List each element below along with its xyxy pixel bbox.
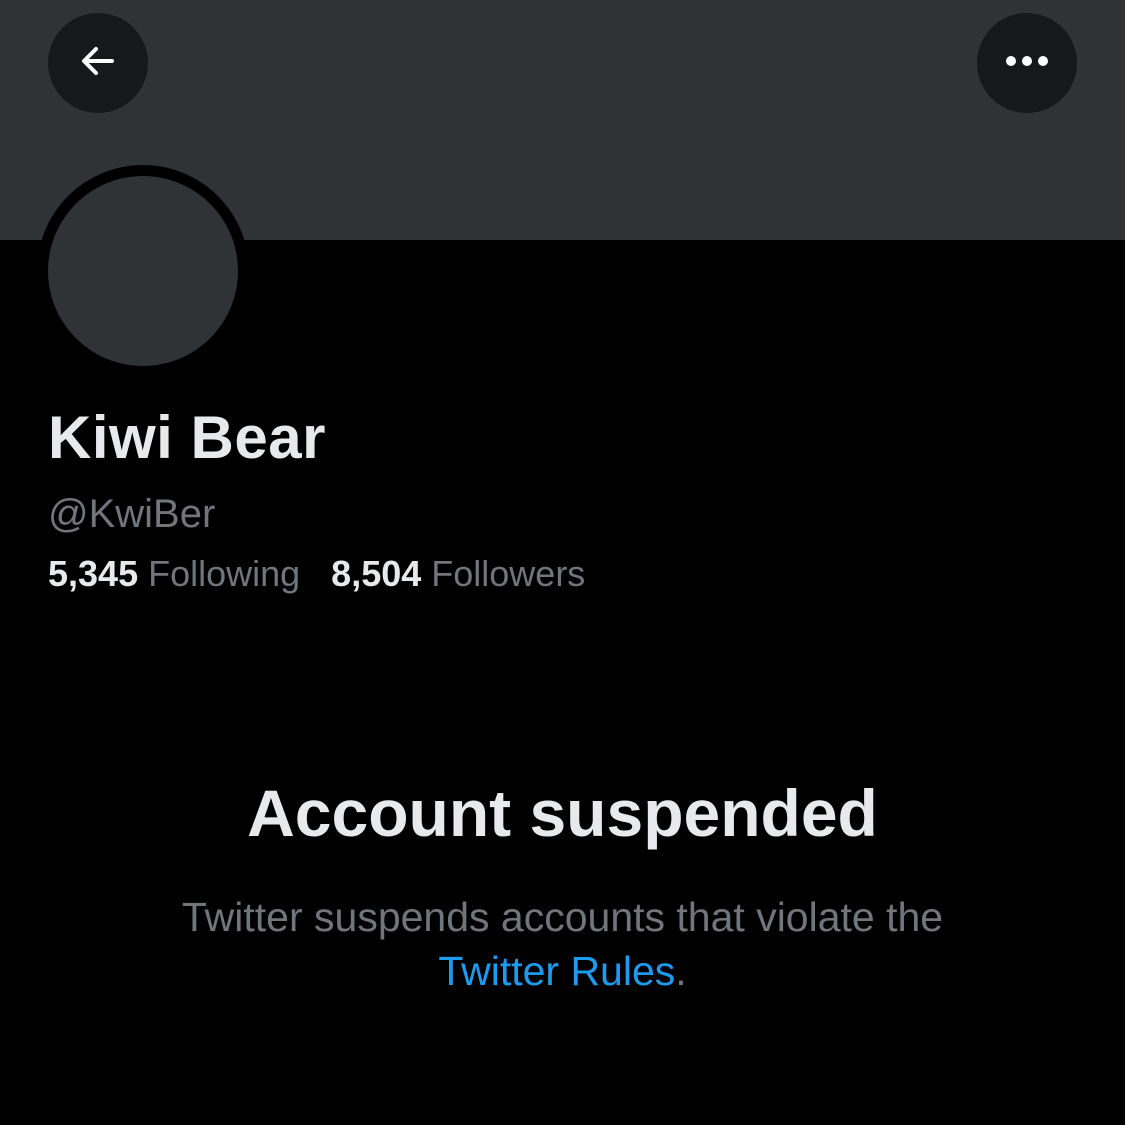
arrow-left-icon <box>78 41 118 86</box>
avatar-frame <box>37 165 249 377</box>
suspended-description: Twitter suspends accounts that violate t… <box>0 890 1125 998</box>
trailing-period: . <box>675 948 687 994</box>
following-label: Following <box>148 553 301 594</box>
more-horizontal-icon <box>1005 54 1049 72</box>
suspended-title: Account suspended <box>247 776 878 850</box>
twitter-rules-link[interactable]: Twitter Rules <box>438 948 675 994</box>
user-handle: @KwiBer <box>48 492 216 536</box>
suspended-description-text: Twitter suspends accounts that violate t… <box>181 894 944 940</box>
avatar[interactable] <box>48 176 238 366</box>
followers-label: Followers <box>431 553 586 594</box>
following-stat[interactable]: 5,345 Following <box>48 551 300 597</box>
back-button[interactable] <box>48 13 148 113</box>
followers-stat[interactable]: 8,504 Followers <box>331 551 585 597</box>
followers-count: 8,504 <box>331 553 422 594</box>
follow-stats: 5,345 Following 8,504 Followers <box>48 551 585 597</box>
following-count: 5,345 <box>48 553 139 594</box>
display-name: Kiwi Bear <box>48 404 326 471</box>
more-options-button[interactable] <box>977 13 1077 113</box>
